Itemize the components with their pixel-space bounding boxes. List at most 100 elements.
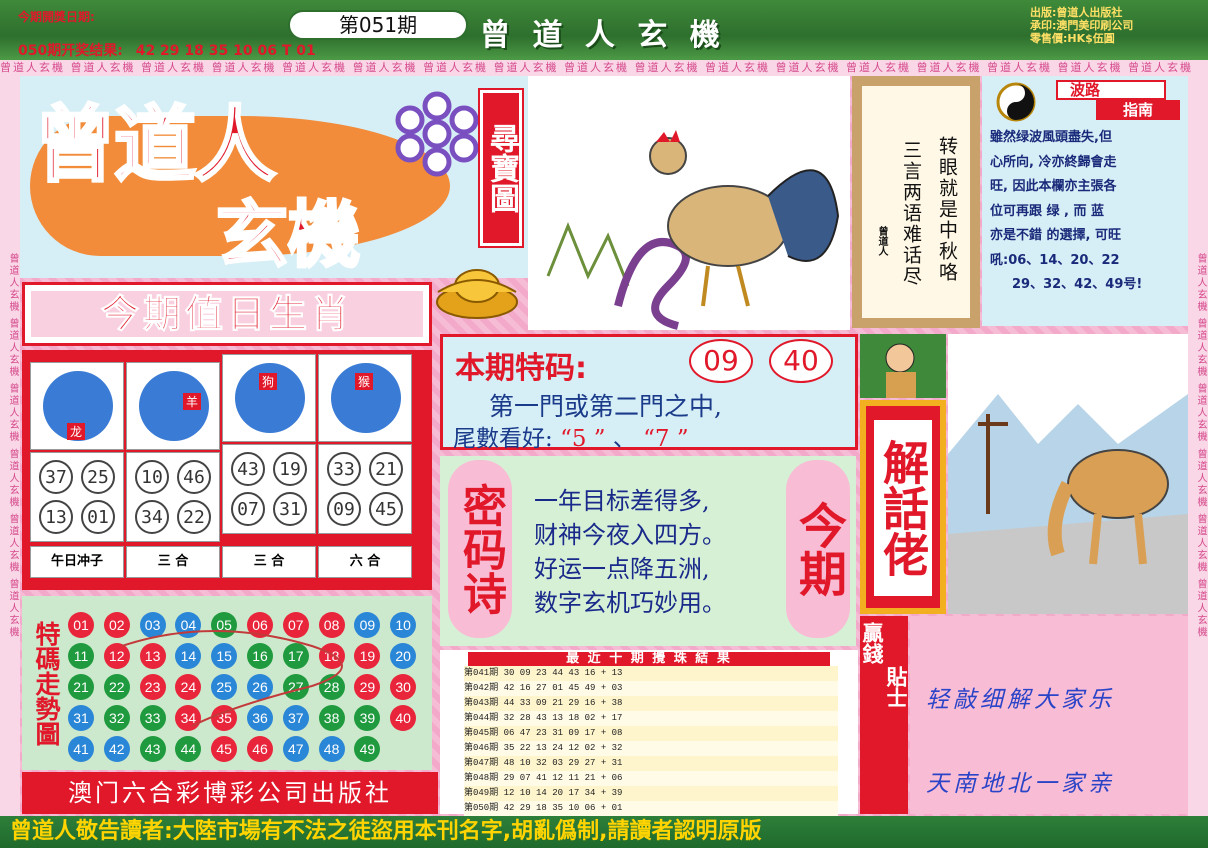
- trend-curve: [121, 630, 343, 727]
- guide-title-2: 指南: [1096, 100, 1180, 120]
- results-table: 第041期 30 09 23 44 43 16 + 13 第042期 42 16…: [464, 666, 838, 816]
- number-ball: 42: [103, 736, 130, 762]
- zodiac-numbers-dog: 43 19 07 31: [222, 444, 316, 534]
- number-ball: 20: [390, 643, 417, 669]
- zodiac-numbers-dragon: 37 25 13 01: [30, 452, 124, 542]
- gold-ingot-icon: [434, 262, 520, 320]
- zodiac-number: 34: [135, 500, 169, 534]
- zodiac-animal-label: 龙: [67, 423, 86, 440]
- zodiac-number: 09: [327, 492, 361, 526]
- number-ball: 47: [282, 736, 309, 762]
- rooster-illustration: [528, 76, 850, 330]
- zodiac-dragon-cell: 龙: [30, 362, 124, 450]
- zodiac-number: 13: [39, 500, 73, 534]
- guide-line: 旺, 因此本欄亦主張各: [990, 179, 1117, 194]
- tail-separator: 、: [612, 426, 636, 452]
- zodiac-title-box: 今期值日生肖: [22, 282, 432, 346]
- zodiac-animal-label: 猴: [355, 373, 374, 390]
- special-door-hint: 第一門或第二門之中,: [489, 392, 722, 421]
- number-ball: 43: [139, 736, 166, 762]
- logo-panel: 曾道人 玄機 尋寶圖: [20, 76, 528, 279]
- number-ball: 30: [390, 674, 417, 700]
- result-row: 第044期 32 28 43 13 18 02 + 17: [464, 711, 838, 726]
- poem-line: 财神今夜入四方。: [534, 521, 726, 549]
- side-strip-right: 曾道人玄機 曾道人玄機 曾道人玄機 曾道人玄機 曾道人玄機 曾道人玄機: [1188, 76, 1208, 816]
- jie-hua-banner: 解話佬: [860, 400, 946, 614]
- poem-scroll-panel: 转眼就是中秋咯 三言两语难话尽 曾道人: [852, 76, 980, 328]
- guide-panel: 波路 指南 雖然绿波風頭盡失,但 心所向, 冷亦終歸會走 旺, 因此本欄亦主張各…: [982, 76, 1188, 326]
- number-ball: 31: [68, 705, 94, 731]
- zodiac-number: 25: [81, 460, 115, 494]
- number-ball: 48: [318, 736, 345, 762]
- result-row: 第048期 29 07 41 12 11 21 + 06: [464, 771, 838, 786]
- poem-signature: 曾道人: [876, 226, 887, 256]
- guide-line: 亦是不錯 的選擇, 可旺: [990, 228, 1121, 243]
- secret-poem-text: 一年目标差得多, 财神今夜入四方。 好运一点降五洲, 数字玄机巧妙用。: [534, 484, 726, 620]
- tips-line-1: 轻敲细解大家乐: [926, 687, 1115, 713]
- zodiac-number: 10: [135, 460, 169, 494]
- special-code-box: 本期特码: 09 40 第一門或第二門之中, 尾數看好: “5 ” 、 “7 ”: [440, 334, 858, 453]
- zodiac-dog-cell: 狗: [222, 354, 316, 442]
- result-row: 第043期 44 33 09 21 29 16 + 38: [464, 696, 838, 711]
- result-row: 第046期 35 22 13 24 12 02 + 32: [464, 741, 838, 756]
- zodiac-note: 三 合: [222, 546, 316, 578]
- zodiac-number: 21: [369, 452, 403, 486]
- zodiac-goat-cell: 羊: [126, 362, 220, 450]
- special-code-number: 09: [689, 339, 753, 383]
- zodiac-numbers-monkey: 33 21 09 45: [318, 444, 412, 534]
- zodiac-number: 46: [177, 460, 211, 494]
- logo-line-2: 玄機: [214, 192, 361, 279]
- bottom-warning-banner: 曾道人敬告讀者:大陸市場有不法之徒盜用本刊名字,胡亂僞制,請讀者認明原版: [0, 816, 1208, 848]
- ticker-strip: 曾道人玄機 曾道人玄機 曾道人玄機 曾道人玄機 曾道人玄機 曾道人玄機 曾道人玄…: [0, 60, 1208, 76]
- result-row: 第050期 42 29 18 35 10 06 + 01: [464, 801, 838, 816]
- seal-treasure-map: 尋寶圖: [478, 88, 524, 248]
- zodiac-number: 07: [231, 492, 265, 526]
- side-strip-left: 曾道人玄機 曾道人玄機 曾道人玄機 曾道人玄機 曾道人玄機 曾道人玄機: [0, 76, 20, 816]
- guide-line: 心所向, 冷亦終歸會走: [990, 154, 1117, 170]
- publisher-line: 出版:曾道人出版社: [1030, 6, 1123, 19]
- guide-line: 吼:06、14、20、22: [990, 252, 1120, 268]
- number-ball: 41: [68, 736, 94, 762]
- recent-results-title: 最 近 十 期 攪 珠 結 果: [468, 652, 830, 666]
- number-ball: 45: [211, 736, 238, 762]
- tail-hint: 尾數看好: “5 ” 、 “7 ”: [453, 419, 689, 453]
- tips-line-2: 天南地北一家亲: [926, 771, 1115, 797]
- zodiac-number: 33: [327, 452, 361, 486]
- tail-number: “7 ”: [643, 426, 689, 452]
- zodiac-number: 31: [273, 492, 307, 526]
- camel-illustration: [948, 334, 1188, 614]
- man-illustration: [860, 334, 946, 398]
- number-ball: 44: [175, 736, 202, 762]
- zodiac-numbers-goat: 10 46 34 22: [126, 452, 220, 542]
- coin-ring-icon: [382, 88, 492, 178]
- result-row: 第047期 48 10 32 03 29 27 + 31: [464, 756, 838, 771]
- zodiac-number: 45: [369, 492, 403, 526]
- last-result-label: 050期开奖结果:: [18, 43, 123, 59]
- open-date-label: 今期開獎日期:: [18, 10, 95, 24]
- publisher-info: 出版:曾道人出版社 承印:澳門美印刷公司 零售價:HK$伍圓: [1030, 6, 1133, 45]
- guide-line: 雖然绿波風頭盡失,但: [990, 130, 1112, 145]
- guide-line: 29、32、42、49号!: [1012, 277, 1143, 292]
- tips-label-column: 贏錢 貼士: [860, 616, 908, 814]
- secret-poem-panel: 密码诗 今期 一年目标差得多, 财神今夜入四方。 好运一点降五洲, 数字玄机巧妙…: [440, 456, 856, 646]
- printer-line: 承印:澳門美印刷公司: [1030, 19, 1134, 32]
- zodiac-number: 22: [177, 500, 211, 534]
- number-ball: 46: [246, 736, 273, 762]
- result-row: 第041期 30 09 23 44 43 16 + 13: [464, 666, 838, 681]
- tail-number: “5 ”: [560, 426, 606, 452]
- poem-line: 好运一点降五洲,: [534, 555, 710, 583]
- number-ball: 40: [390, 705, 417, 731]
- zodiac-number: 19: [273, 452, 307, 486]
- tail-hint-prefix: 尾數看好:: [453, 426, 553, 452]
- tips-label-1: 贏錢: [860, 622, 884, 664]
- recent-results: 最 近 十 期 攪 珠 結 果 第041期 30 09 23 44 43 16 …: [440, 650, 858, 816]
- tips-label-2: 貼士: [884, 666, 908, 708]
- result-row: 第049期 12 10 14 20 17 34 + 39: [464, 786, 838, 801]
- guide-text: 雖然绿波風頭盡失,但 心所向, 冷亦終歸會走 旺, 因此本欄亦主張各 位可再跟 …: [990, 126, 1186, 298]
- zodiac-number: 37: [39, 460, 73, 494]
- guide-line: 位可再跟 绿 , 而 蓝: [990, 203, 1105, 219]
- zodiac-monkey-cell: 猴: [318, 354, 412, 442]
- poem-line: 数字玄机巧妙用。: [534, 589, 726, 617]
- last-result-numbers: 42 29 18 35 10 06 T 01: [135, 43, 316, 59]
- zodiac-note: 午日冲子: [30, 546, 124, 578]
